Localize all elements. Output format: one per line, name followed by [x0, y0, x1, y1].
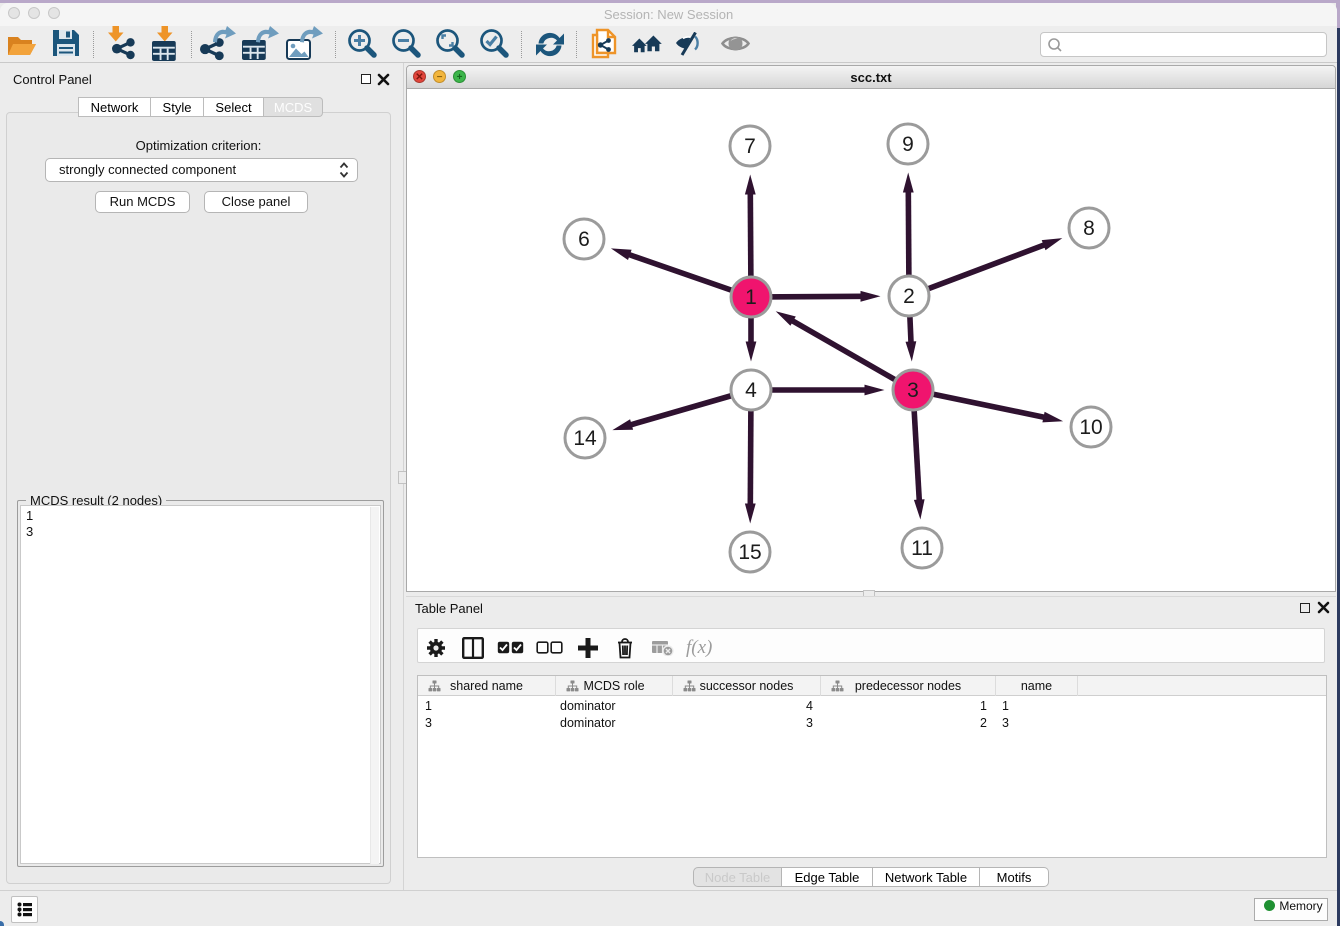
svg-text:9: 9 [902, 133, 914, 156]
svg-text:8: 8 [1083, 217, 1095, 240]
svg-text:1: 1 [745, 286, 757, 309]
svg-text:11: 11 [911, 537, 933, 560]
svg-text:14: 14 [573, 427, 597, 450]
svg-text:2: 2 [903, 285, 915, 308]
svg-text:15: 15 [738, 541, 761, 564]
svg-text:7: 7 [744, 135, 756, 158]
svg-text:6: 6 [578, 228, 590, 251]
svg-text:3: 3 [907, 379, 919, 402]
svg-text:4: 4 [745, 379, 757, 402]
svg-text:10: 10 [1079, 416, 1102, 439]
svg-text:f(x): f(x) [686, 637, 712, 658]
